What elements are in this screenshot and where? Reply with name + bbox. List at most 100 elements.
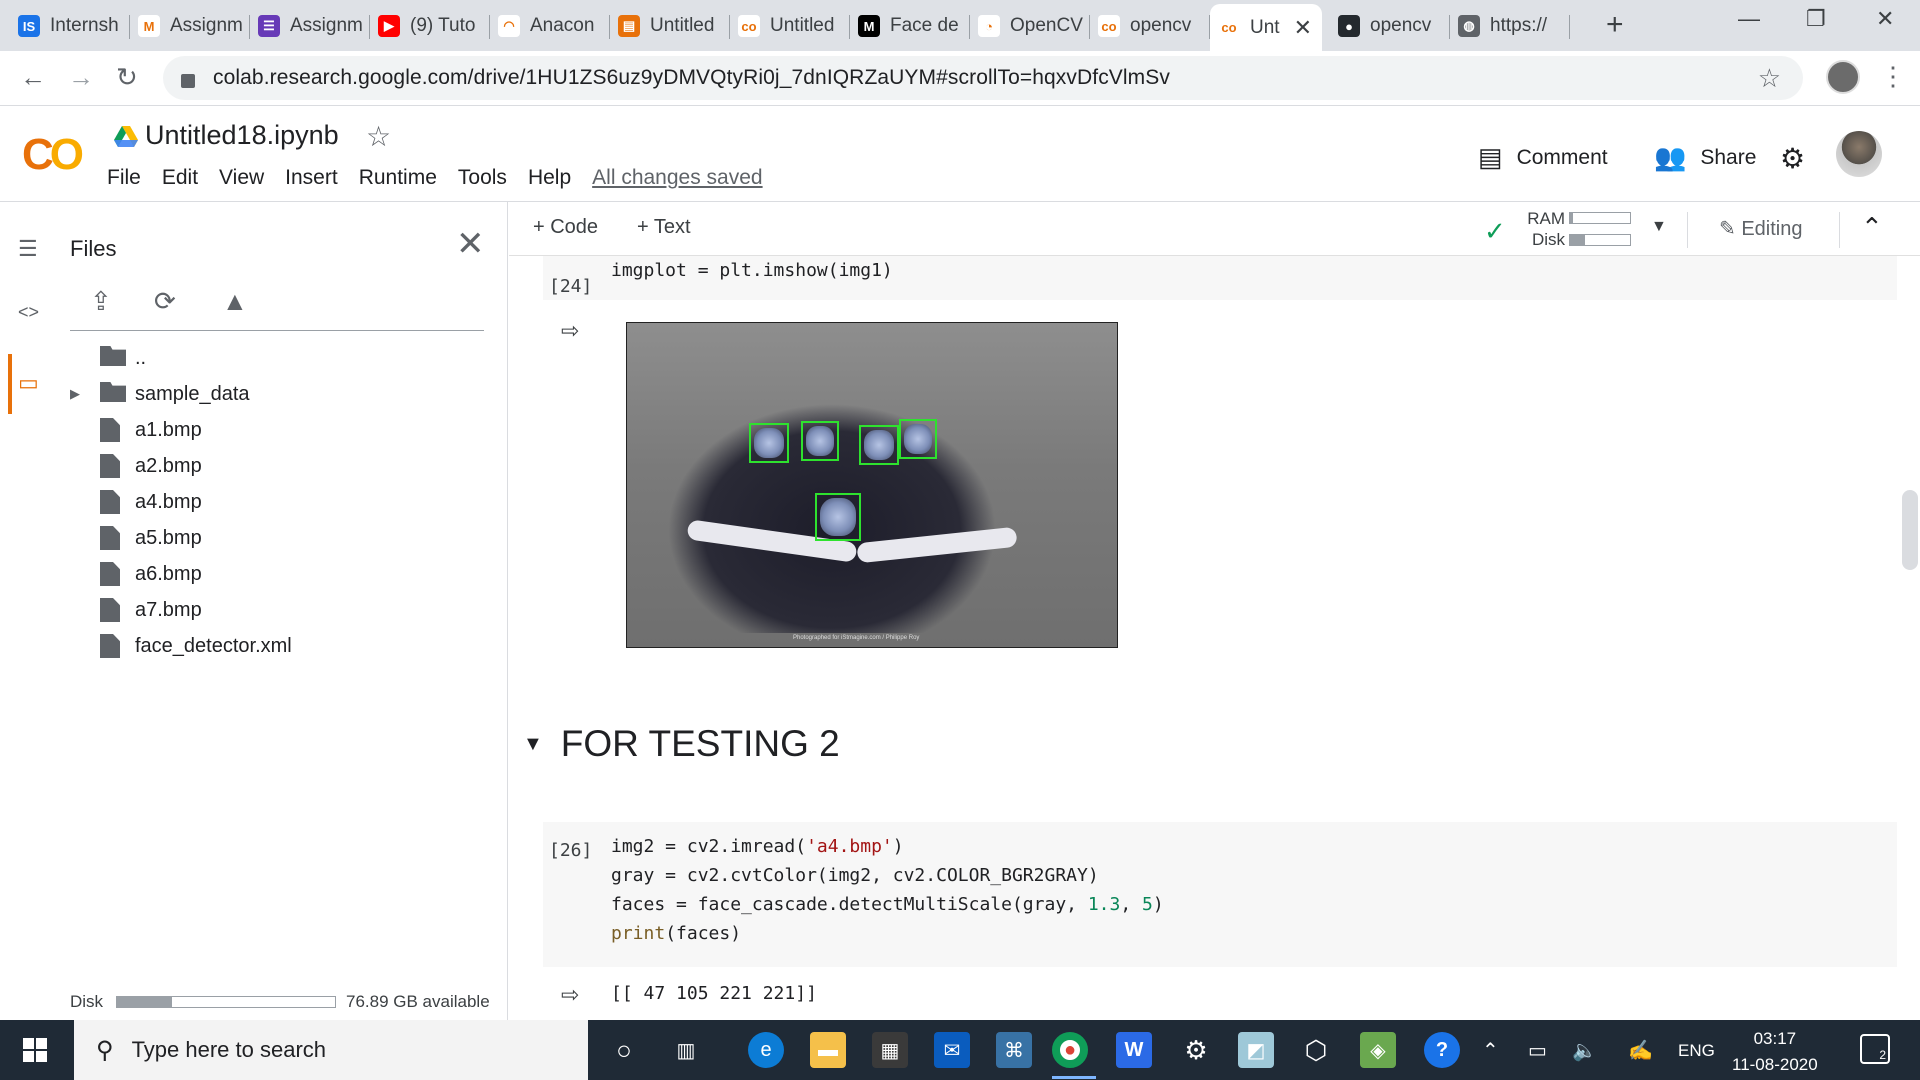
table-of-contents-icon[interactable]: ☰ <box>18 236 38 262</box>
notes-icon[interactable]: ◩ <box>1238 1032 1274 1068</box>
file-item[interactable]: a1.bmp <box>58 412 498 448</box>
settings-gear-icon[interactable]: ⚙ <box>1780 142 1805 175</box>
share-button[interactable]: 👥 Share <box>1654 142 1756 173</box>
language-indicator[interactable]: ENG <box>1678 1041 1715 1061</box>
mount-drive-icon[interactable]: ▲ <box>222 286 252 316</box>
close-tab-icon[interactable]: ✕ <box>1294 15 1312 41</box>
scrollbar-thumb[interactable] <box>1902 490 1918 570</box>
windows-start-icon[interactable] <box>23 1038 47 1062</box>
menu-file[interactable]: File <box>107 166 141 190</box>
profile-avatar[interactable] <box>1826 60 1860 94</box>
help-icon[interactable]: ? <box>1424 1032 1460 1068</box>
close-window-icon[interactable]: ✕ <box>1876 6 1894 32</box>
left-rail: ☰ <> ▭ <box>0 202 58 1020</box>
drive-icon[interactable] <box>114 126 138 148</box>
code-snippets-icon[interactable]: <> <box>18 302 39 323</box>
browser-menu-icon[interactable]: ⋮ <box>1880 61 1906 92</box>
code-line[interactable]: imgplot = plt.imshow(img1) <box>611 256 893 285</box>
browser-tab[interactable]: co opencv <box>1090 5 1210 47</box>
battery-icon[interactable]: ▭ <box>1528 1038 1547 1063</box>
volume-icon[interactable]: 🔈 <box>1572 1038 1597 1063</box>
task-view-icon[interactable]: ▥ <box>668 1032 704 1068</box>
close-icon[interactable]: ✕ <box>456 224 485 264</box>
file-item[interactable]: a5.bmp <box>58 520 498 556</box>
cortana-icon[interactable]: ○ <box>606 1032 642 1068</box>
python-icon[interactable]: ⌘ <box>996 1032 1032 1068</box>
code-cell[interactable]: [24] imgplot = plt.imshow(img1) <box>543 256 1897 300</box>
menu-edit[interactable]: Edit <box>162 166 198 190</box>
tab-title: Untitled <box>650 15 715 36</box>
browser-tab[interactable]: ◍ https:// <box>1450 5 1570 47</box>
browser-tab[interactable]: IS Internsh <box>10 5 130 47</box>
ram-label: RAM <box>1527 209 1565 228</box>
expand-caret-icon[interactable]: ▶ <box>70 386 80 402</box>
colab-logo[interactable]: CO <box>22 130 84 180</box>
editing-mode-button[interactable]: ✎ Editing <box>1719 216 1802 241</box>
browser-tab[interactable]: ▤ Untitled <box>610 5 730 47</box>
forward-icon[interactable]: → <box>68 62 94 93</box>
ram-disk-labels[interactable]: RAM Disk <box>1517 208 1565 250</box>
browser-tab[interactable]: ● opencv <box>1330 5 1450 47</box>
word-icon[interactable]: W <box>1116 1032 1152 1068</box>
section-heading[interactable]: ▼ FOR TESTING 2 <box>523 723 840 765</box>
menu-view[interactable]: View <box>219 166 264 190</box>
search-placeholder: Type here to search <box>131 1037 327 1062</box>
url-text[interactable]: colab.research.google.com/drive/1HU1ZS6u… <box>213 66 1170 90</box>
browser-tab[interactable]: M Assignm <box>130 5 250 47</box>
code-editor[interactable]: img2 = cv2.imread('a4.bmp') gray = cv2.c… <box>611 832 1164 948</box>
browser-tab[interactable]: M Face de <box>850 5 970 47</box>
menu-help[interactable]: Help <box>528 166 571 190</box>
chrome-icon[interactable]: ● <box>1052 1032 1088 1068</box>
browser-tab[interactable]: co Untitled <box>730 5 850 47</box>
menu-tools[interactable]: Tools <box>458 166 507 190</box>
settings-icon[interactable]: ⚙ <box>1178 1032 1214 1068</box>
file-item[interactable]: a7.bmp <box>58 592 498 628</box>
bookmark-star-icon[interactable]: ☆ <box>1758 63 1781 94</box>
browser-tab[interactable]: co Unt ✕ <box>1210 4 1322 51</box>
new-tab-button[interactable]: + <box>1606 8 1624 42</box>
virtualbox-icon[interactable]: ⬡ <box>1298 1032 1334 1068</box>
browser-tab[interactable]: ◠ Anacon <box>490 5 610 47</box>
comment-button[interactable]: ▤ Comment <box>1478 142 1608 173</box>
refresh-folder-icon[interactable]: ⟳ <box>154 286 184 316</box>
reload-icon[interactable]: ↻ <box>116 62 138 93</box>
pycharm-icon[interactable]: ◈ <box>1360 1032 1396 1068</box>
clock[interactable]: 03:17 11-08-2020 <box>1732 1026 1818 1078</box>
store-icon[interactable]: ▦ <box>872 1032 908 1068</box>
star-notebook-icon[interactable]: ☆ <box>366 120 391 153</box>
folder-item[interactable]: ▶ sample_data <box>58 376 498 412</box>
file-item[interactable]: a4.bmp <box>58 484 498 520</box>
file-explorer-icon[interactable]: ▬ <box>810 1032 846 1068</box>
collapse-header-icon[interactable]: ⌃ <box>1861 212 1883 243</box>
address-bar[interactable]: colab.research.google.com/drive/1HU1ZS6u… <box>163 56 1803 100</box>
account-avatar[interactable] <box>1836 131 1882 177</box>
pen-icon[interactable]: ✍ <box>1628 1038 1653 1063</box>
notification-center-icon[interactable]: 2 <box>1860 1034 1890 1064</box>
minimize-icon[interactable]: — <box>1738 6 1760 32</box>
upload-icon[interactable]: ⇪ <box>90 286 120 316</box>
folder-icon[interactable]: ▭ <box>18 370 39 396</box>
notebook-title[interactable]: Untitled18.ipynb <box>145 120 339 151</box>
show-hidden-icons-icon[interactable]: ⌃ <box>1482 1038 1499 1063</box>
restore-icon[interactable]: ❐ <box>1806 6 1826 32</box>
runtime-dropdown-icon[interactable]: ▼ <box>1651 218 1667 236</box>
mail-icon[interactable]: ✉ <box>934 1032 970 1068</box>
browser-tab[interactable]: ◔ OpenCV <box>970 5 1090 47</box>
file-item[interactable]: a2.bmp <box>58 448 498 484</box>
file-item[interactable]: a6.bmp <box>58 556 498 592</box>
parent-folder-item[interactable]: .. <box>58 340 498 376</box>
menu-insert[interactable]: Insert <box>285 166 338 190</box>
back-icon[interactable]: ← <box>20 62 46 93</box>
taskbar-search-box[interactable]: ⚲ Type here to search <box>74 1020 588 1080</box>
add-text-button[interactable]: + Text <box>637 216 691 239</box>
edge-icon[interactable]: e <box>748 1032 784 1068</box>
add-code-button[interactable]: + Code <box>533 216 598 239</box>
collapse-section-icon[interactable]: ▼ <box>523 733 543 755</box>
disk-meter <box>1569 234 1631 246</box>
code-cell[interactable]: [26] img2 = cv2.imread('a4.bmp') gray = … <box>543 822 1897 967</box>
save-status-link[interactable]: All changes saved <box>592 166 762 190</box>
menu-runtime[interactable]: Runtime <box>359 166 437 190</box>
browser-tab[interactable]: ☰ Assignm <box>250 5 370 47</box>
file-item[interactable]: face_detector.xml <box>58 628 498 664</box>
browser-tab[interactable]: ▶ (9) Tuto <box>370 5 490 47</box>
